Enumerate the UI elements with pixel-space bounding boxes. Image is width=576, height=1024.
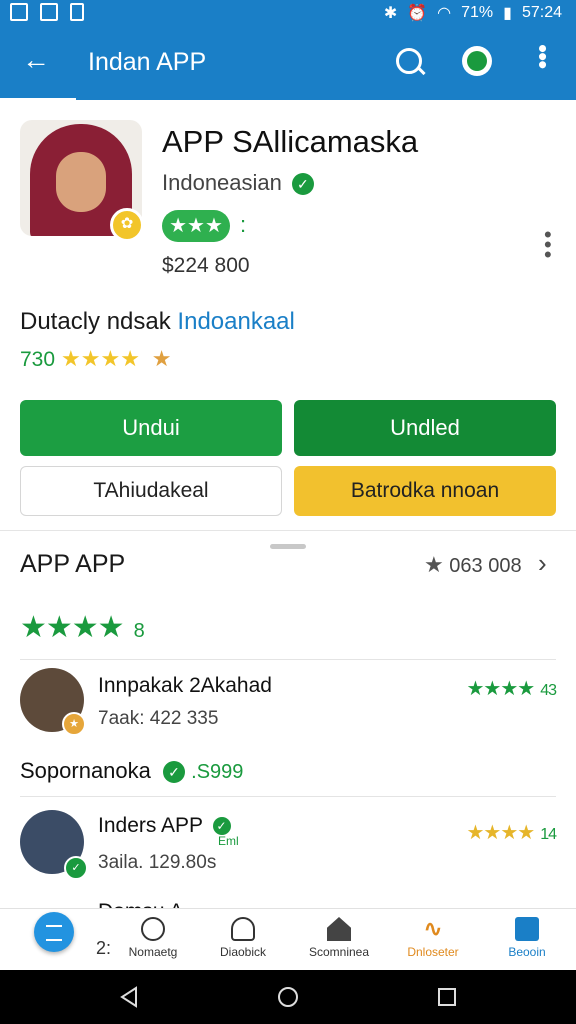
nav-label: Scomninea (308, 945, 370, 959)
review-star-count: 43 (540, 682, 557, 699)
battery-percent: 71% (461, 4, 494, 21)
wave-icon: ∿ (423, 916, 443, 941)
reviewer-name-text: Inders APP (98, 814, 203, 837)
update-button[interactable]: Undled (294, 400, 556, 456)
floating-cart-button[interactable] (34, 912, 74, 952)
home-icon (327, 917, 351, 941)
person-icon (231, 917, 255, 941)
review-star-count: 14 (540, 826, 557, 843)
supporter-amount: .S999 (191, 761, 244, 783)
score-extra-icon: ★ (151, 346, 172, 371)
home-circle-icon[interactable] (277, 986, 299, 1008)
nav-label: Dnloseter (407, 945, 459, 959)
drag-handle[interactable] (270, 544, 306, 549)
reviewer-name: Inders APP ✓ (98, 814, 231, 838)
subtitle: Dutacly ndsak Indoankaal (20, 308, 295, 336)
developer-row[interactable]: Indoneasian ✓ (162, 170, 314, 196)
verified-icon: ✓ (163, 761, 186, 784)
reviewer-name: Innpakak 2Akahad (98, 674, 272, 697)
back-arrow-icon[interactable]: ← (22, 46, 50, 74)
gallery-notification-icon (40, 3, 58, 21)
search-icon[interactable] (396, 48, 422, 74)
system-nav-bar (0, 970, 576, 1024)
score-value: 730 (20, 348, 56, 371)
score-line: 730 ★★★★ ★ (20, 346, 172, 372)
sd-card-icon (70, 3, 84, 21)
reviews-stat: ★ 063 008 (424, 552, 522, 578)
review-meta: 3aila. 129.80s (98, 852, 217, 873)
bottom-navigation: Nomaetg Diaobick Scomninea ∿ Dnloseter B… (0, 908, 576, 971)
supporter-label: Sopornanoka (20, 758, 151, 783)
account-icon[interactable] (462, 46, 492, 76)
nav-label: Beooin (508, 945, 546, 959)
review-item[interactable]: ★ Innpakak 2Akahad 7aak: 422 335 ★★★★ 43 (20, 668, 557, 738)
reviewer-verified-icon: ✓ (64, 856, 88, 880)
divider (20, 796, 556, 797)
review-tag: Eml (218, 834, 239, 848)
overall-count: 8 (133, 620, 145, 642)
status-bar: ✱ ⏰ ◠ 71% ▮ 57:24 (0, 0, 576, 26)
score-stars: ★★★★ (61, 346, 140, 371)
chevron-right-icon[interactable]: › (538, 548, 547, 579)
card-more-icon[interactable]: • • • (544, 224, 552, 266)
app-bar: ← Indan APP ••• (0, 26, 576, 101)
review-stars-glyphs: ★★★★ (466, 678, 535, 700)
reviews-stat-value: 063 008 (449, 555, 522, 577)
face-shape (56, 152, 106, 212)
nav-item[interactable]: Nomaetg (108, 917, 198, 959)
verified-icon: ✓ (291, 173, 314, 196)
star-outline-icon: ★ (424, 552, 444, 577)
rating-info-icon[interactable]: : (240, 212, 246, 238)
nav-item[interactable]: Scomninea (294, 917, 384, 959)
developer-name: Indoneasian (162, 170, 282, 195)
nav-item[interactable]: Diaobick (198, 917, 288, 959)
app-bar-title: Indan APP (88, 48, 207, 76)
subtitle-link[interactable]: Indoankaal (177, 308, 294, 335)
install-button[interactable]: Undui (20, 400, 282, 456)
notification-icons (10, 3, 84, 21)
review-item[interactable]: ✓ Inders APP ✓ Eml 3aila. 129.80s ★★★★ 14 (20, 810, 557, 880)
secondary-button[interactable]: TAhiudakeal (20, 466, 282, 516)
nav-item-active[interactable]: Beooin (482, 917, 572, 959)
subtitle-main: Dutacly ndsak (20, 308, 171, 335)
alarm-icon: ⏰ (407, 5, 428, 22)
badge-star-icon: ✿ (110, 208, 144, 242)
clock-time: 57:24 (521, 4, 562, 21)
rating-pill: ★★★ (162, 210, 230, 242)
supporter-row[interactable]: Sopornanoka ✓ .S999 (20, 758, 243, 784)
nav-item[interactable]: ∿ Dnloseter (388, 916, 478, 960)
bluetooth-icon: ✱ (383, 5, 398, 22)
divider (20, 659, 556, 660)
back-triangle-icon[interactable] (118, 986, 140, 1008)
recents-square-icon[interactable] (436, 986, 458, 1008)
review-meta: 7aak: 422 335 (98, 708, 219, 729)
review-stars: ★★★★ 43 (466, 676, 557, 701)
reviews-title: APP APP (20, 550, 126, 578)
document-icon (515, 917, 539, 941)
review-stars: ★★★★ 14 (466, 820, 557, 845)
highlight-button[interactable]: Batrodka nnoan (294, 466, 556, 516)
clock-icon (141, 917, 165, 941)
partial-meta: 2: (96, 938, 112, 958)
price: $224 800 (162, 254, 250, 277)
system-status: ✱ ⏰ ◠ 71% ▮ 57:24 (384, 3, 562, 23)
nav-label: Nomaetg (128, 945, 178, 959)
nav-label: Diaobick (219, 945, 267, 959)
image-notification-icon (10, 3, 28, 21)
wifi-icon: ◠ (437, 5, 452, 22)
battery-icon: ▮ (503, 5, 512, 22)
review-item-partial[interactable]: Domsu A... (20, 894, 556, 908)
reviewer-name: Domsu A... (98, 900, 201, 908)
verified-icon: ✓ (212, 817, 231, 836)
review-stars-glyphs: ★★★★ (466, 822, 535, 844)
overall-stars-glyphs: ★★★★ (20, 611, 125, 644)
app-name: APP SAllicamaska (162, 124, 419, 159)
overall-stars: ★★★★ 8 (20, 610, 145, 645)
reviewer-badge-icon: ★ (62, 712, 86, 736)
more-vert-icon[interactable]: ••• (528, 44, 558, 68)
